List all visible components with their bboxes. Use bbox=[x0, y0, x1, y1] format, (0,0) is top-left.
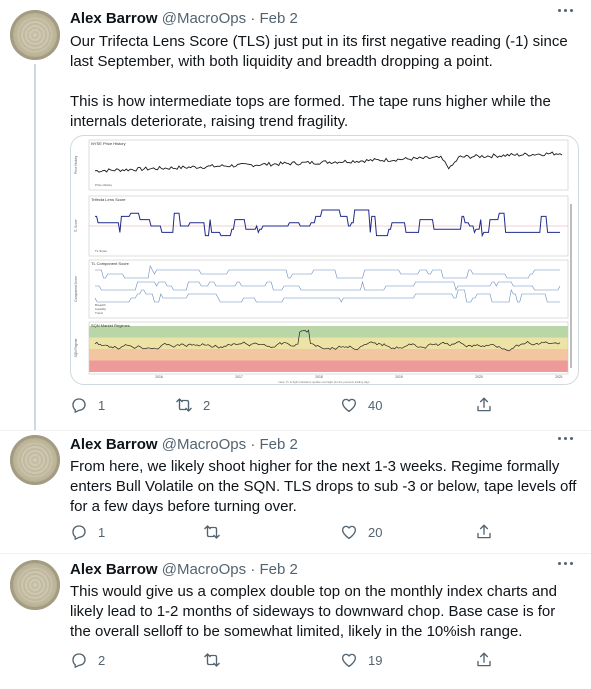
reply-icon bbox=[72, 525, 86, 541]
share-button[interactable] bbox=[475, 650, 493, 670]
tweet-2[interactable]: Alex Barrow @MacroOps · Feb 2 From here,… bbox=[0, 430, 591, 555]
tweet-date[interactable]: Feb 2 bbox=[259, 561, 297, 578]
legend-entry: TL Score bbox=[95, 249, 107, 253]
reply-button[interactable]: 1 bbox=[70, 522, 105, 542]
component-line-0 bbox=[95, 265, 560, 279]
panel-title: SQN Market Regimes bbox=[91, 323, 130, 328]
component-line-2 bbox=[94, 289, 560, 303]
tweet-3[interactable]: Alex Barrow @MacroOps · Feb 2 This would… bbox=[0, 555, 591, 689]
tweet-header: Alex Barrow @MacroOps · Feb 2 bbox=[70, 560, 298, 580]
tweet-header: Alex Barrow @MacroOps · Feb 2 bbox=[70, 9, 298, 29]
like-count: 20 bbox=[368, 524, 383, 540]
panel-frame bbox=[88, 139, 569, 191]
panel-title: Trifecta Lens Score bbox=[91, 197, 126, 202]
retweet-button[interactable] bbox=[203, 650, 231, 670]
x-tick-label: 2020 bbox=[475, 375, 483, 379]
tweet-paragraph: From here, we likely shoot higher for th… bbox=[70, 458, 577, 515]
retweet-button[interactable]: 2 bbox=[175, 395, 210, 415]
chart-scroll-strip bbox=[570, 204, 572, 368]
like-button[interactable]: 20 bbox=[340, 522, 382, 542]
share-icon bbox=[477, 652, 491, 667]
author-handle[interactable]: @MacroOps bbox=[162, 561, 246, 578]
tweet-1[interactable]: Alex Barrow @MacroOps · Feb 2 Our Trifec… bbox=[0, 0, 591, 430]
retweet-icon bbox=[176, 398, 192, 412]
retweet-icon bbox=[204, 525, 220, 539]
share-icon bbox=[477, 524, 491, 539]
avatar[interactable] bbox=[10, 10, 60, 60]
like-count: 40 bbox=[368, 397, 383, 413]
separator: · bbox=[250, 436, 256, 453]
panel-ylabel: TL Score bbox=[74, 219, 78, 232]
avatar[interactable] bbox=[10, 560, 60, 610]
x-tick-label: 2019 bbox=[395, 375, 403, 379]
reply-count: 1 bbox=[98, 524, 106, 540]
share-button[interactable] bbox=[475, 522, 493, 542]
thread-line bbox=[34, 64, 36, 430]
divider bbox=[0, 553, 591, 554]
separator: · bbox=[250, 10, 256, 27]
regime-zone-3 bbox=[89, 360, 568, 372]
panel-ylabel: SQN Regime bbox=[74, 338, 78, 357]
tweet-actions: 2 19 bbox=[70, 650, 493, 670]
tweet-text: From here, we likely shoot higher for th… bbox=[70, 457, 580, 517]
more-icon[interactable] bbox=[557, 2, 575, 18]
panel-ylabel: Component Score bbox=[74, 276, 78, 302]
chart-footer-note: Note: TL & SQN indicators update overnig… bbox=[279, 380, 370, 384]
separator: · bbox=[250, 561, 256, 578]
component-line-1 bbox=[95, 280, 561, 291]
tweet-date[interactable]: Feb 2 bbox=[259, 436, 297, 453]
tweet-actions: 1 2 40 bbox=[70, 395, 493, 415]
author-handle[interactable]: @MacroOps bbox=[162, 10, 246, 27]
tweet-text: This would give us a complex double top … bbox=[70, 582, 580, 642]
x-tick-label: 2021 bbox=[555, 375, 563, 379]
like-button[interactable]: 19 bbox=[340, 650, 382, 670]
regime-zone-1 bbox=[89, 337, 568, 349]
tls-line bbox=[95, 209, 560, 238]
tweet-date[interactable]: Feb 2 bbox=[259, 10, 297, 27]
reply-count: 1 bbox=[98, 397, 106, 413]
heart-icon bbox=[341, 525, 357, 540]
regime-zone-2 bbox=[89, 349, 568, 361]
tweet-paragraph: Our Trifecta Lens Score (TLS) just put i… bbox=[70, 33, 568, 70]
tweet-text: Our Trifecta Lens Score (TLS) just put i… bbox=[70, 32, 580, 132]
legend-entry: Trend bbox=[95, 311, 103, 315]
heart-icon bbox=[341, 653, 357, 668]
share-icon bbox=[477, 397, 491, 412]
x-tick-label: 2018 bbox=[315, 375, 323, 379]
author-handle[interactable]: @MacroOps bbox=[162, 436, 246, 453]
reply-button[interactable]: 1 bbox=[70, 395, 105, 415]
regime-zone-0 bbox=[89, 326, 568, 338]
share-button[interactable] bbox=[475, 395, 493, 415]
reply-icon bbox=[72, 398, 86, 414]
panel-title: NYSE Price History bbox=[91, 141, 126, 146]
tls-chart: NYSE Price History Price History Price His… bbox=[74, 139, 572, 384]
tweet-paragraph: This is how intermediate tops are formed… bbox=[70, 93, 551, 130]
price-line bbox=[94, 151, 563, 173]
x-tick-label: 2016 bbox=[155, 375, 163, 379]
panel-frame bbox=[88, 259, 569, 319]
panel-ylabel: Price History bbox=[74, 156, 78, 174]
retweet-count: 2 bbox=[203, 397, 211, 413]
x-tick-label: 2017 bbox=[235, 375, 243, 379]
tweet-paragraph: This would give us a complex double top … bbox=[70, 583, 557, 640]
tweet-actions: 1 20 bbox=[70, 522, 493, 542]
legend-entry: Price History bbox=[95, 183, 113, 187]
more-icon[interactable] bbox=[557, 555, 575, 571]
author-name[interactable]: Alex Barrow bbox=[70, 561, 158, 578]
author-name[interactable]: Alex Barrow bbox=[70, 10, 158, 27]
more-icon[interactable] bbox=[557, 430, 575, 446]
author-name[interactable]: Alex Barrow bbox=[70, 436, 158, 453]
reply-count: 2 bbox=[98, 652, 106, 668]
like-count: 19 bbox=[368, 652, 383, 668]
retweet-button[interactable] bbox=[203, 522, 231, 542]
like-button[interactable]: 40 bbox=[340, 395, 382, 415]
panel-title: TL Component Score bbox=[91, 261, 130, 266]
retweet-icon bbox=[204, 653, 220, 667]
avatar[interactable] bbox=[10, 435, 60, 485]
tweet-header: Alex Barrow @MacroOps · Feb 2 bbox=[70, 435, 298, 455]
reply-icon bbox=[72, 653, 86, 669]
heart-icon bbox=[341, 398, 357, 413]
chart-image[interactable]: NYSE Price History Price History Price His… bbox=[70, 135, 579, 385]
reply-button[interactable]: 2 bbox=[70, 650, 105, 670]
